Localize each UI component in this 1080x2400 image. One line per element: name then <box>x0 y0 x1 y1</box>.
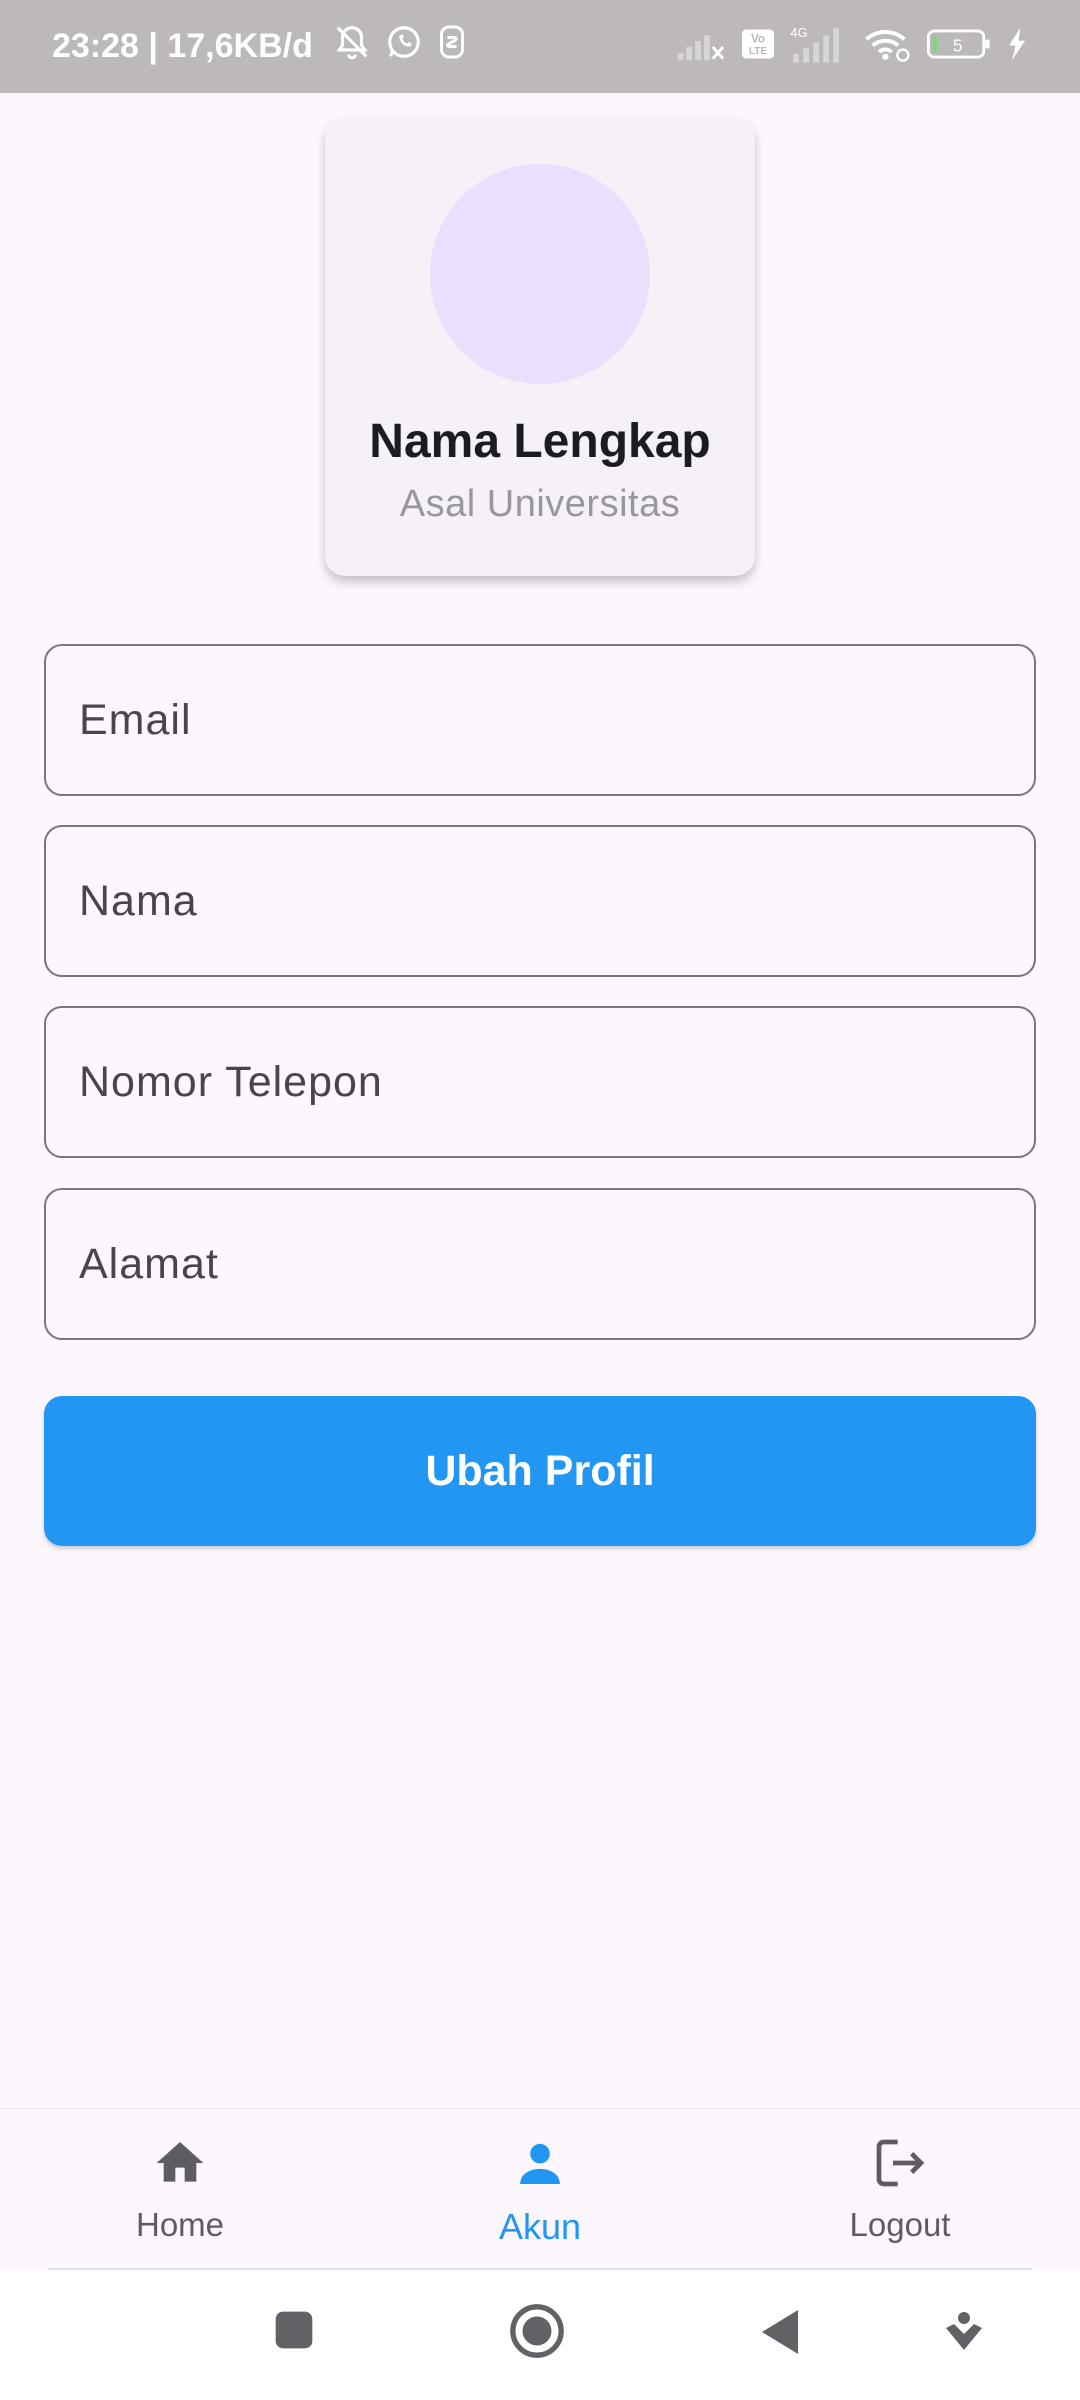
avatar <box>430 164 650 384</box>
phone-input[interactable] <box>79 1057 1034 1107</box>
nav-item-home[interactable]: Home <box>0 2109 360 2270</box>
status-time-speed: 23:28 | 17,6KB/d <box>52 27 313 65</box>
person-icon <box>512 2135 568 2196</box>
status-right: Vo LTE 4G 5 <box>676 24 1028 69</box>
phone-field[interactable] <box>44 1006 1036 1158</box>
home-circle-icon[interactable] <box>508 2302 566 2360</box>
nav-label-home: Home <box>135 2206 225 2243</box>
profile-card: Nama Lengkap Asal Universitas <box>325 118 755 576</box>
profile-name: Nama Lengkap <box>369 415 711 468</box>
email-input[interactable] <box>79 695 1034 745</box>
app-notification-icon <box>437 24 467 69</box>
profile-university: Asal Universitas <box>399 483 681 525</box>
volte-icon: Vo LTE <box>740 28 776 65</box>
update-profile-button[interactable]: Ubah Profil <box>44 1396 1036 1546</box>
name-field[interactable] <box>44 825 1036 977</box>
nav-label-logout: Logout <box>849 2206 951 2243</box>
name-input[interactable] <box>79 876 1034 926</box>
recents-icon[interactable] <box>272 2308 316 2352</box>
home-icon <box>151 2135 209 2196</box>
address-input[interactable] <box>79 1239 1034 1289</box>
mute-bell-icon <box>333 22 371 71</box>
wifi-icon <box>862 25 912 68</box>
assistant-icon[interactable] <box>944 2308 984 2352</box>
status-notification-icons <box>333 22 467 71</box>
system-navigation-bar <box>0 2270 1080 2400</box>
logout-icon <box>871 2135 929 2196</box>
signal-off-icon <box>676 26 726 67</box>
whatsapp-icon <box>385 23 423 70</box>
nav-label-akun: Akun <box>498 2206 582 2247</box>
svg-text:LTE: LTE <box>749 46 768 57</box>
bottom-navigation: Home Akun Logout <box>0 2108 1080 2270</box>
email-field[interactable] <box>44 644 1036 796</box>
battery-icon: 5 <box>926 28 992 65</box>
status-bar: 23:28 | 17,6KB/d Vo LTE 4G 5 <box>0 0 1080 93</box>
address-field[interactable] <box>44 1188 1036 1340</box>
battery-level-text: 5 <box>953 35 963 55</box>
svg-text:Vo: Vo <box>751 33 765 46</box>
nav-item-logout[interactable]: Logout <box>720 2109 1080 2270</box>
svg-text:4G: 4G <box>790 25 807 40</box>
signal-icon: 4G <box>790 24 848 69</box>
nav-item-akun[interactable]: Akun <box>360 2109 720 2270</box>
back-icon[interactable] <box>758 2308 802 2356</box>
charging-icon <box>1006 28 1028 65</box>
status-left: 23:28 | 17,6KB/d <box>52 22 467 71</box>
screen: 23:28 | 17,6KB/d Vo LTE 4G 5 Nama Lengka… <box>0 0 1080 2400</box>
